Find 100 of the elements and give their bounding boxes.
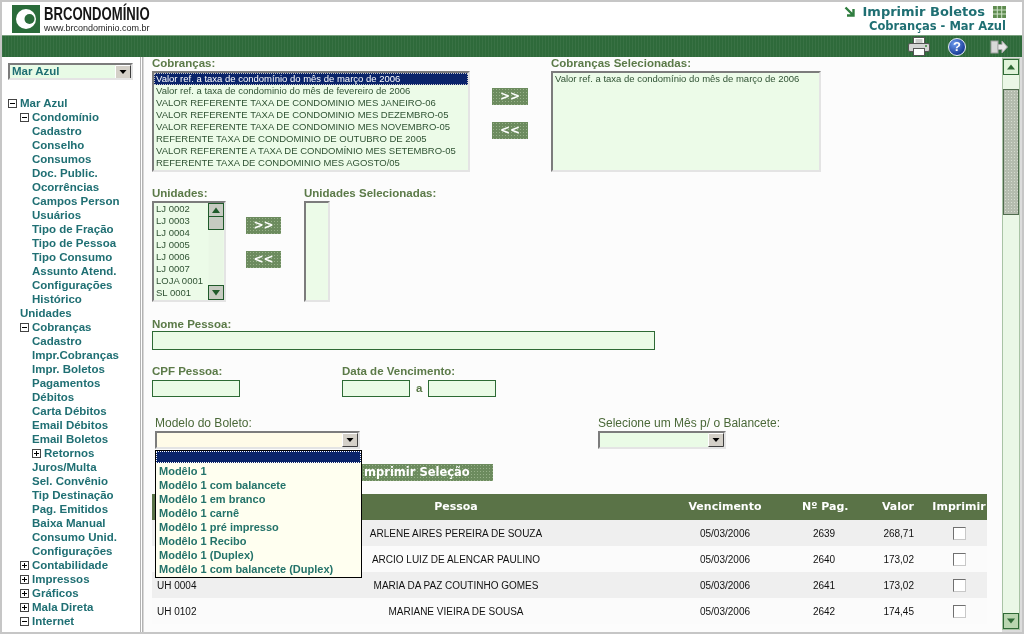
exit-icon[interactable]	[990, 38, 1008, 55]
list-option[interactable]: VALOR REFERENTE TAXA DE CONDOMINIO MES NOVEMBRO-05	[154, 121, 468, 133]
remove-button[interactable]: <<	[492, 122, 528, 139]
tree-item[interactable]: Internet	[32, 614, 75, 628]
dropdown-option[interactable]: Modêlo 1 (Duplex)	[156, 548, 361, 562]
print-selection-button[interactable]: mprimir Seleção	[362, 464, 493, 481]
tree-item[interactable]: Assunto Atend.	[32, 264, 117, 278]
list-option[interactable]: REFERENTE TAXA DE CONDOMINIO DE OUTUBRO DE 2005	[154, 133, 468, 145]
tree-item[interactable]: Pagamentos	[32, 376, 101, 390]
tree-item[interactable]: Sel. Convênio	[32, 474, 109, 488]
dropdown-option[interactable]: Modêlo 1 com balancete (Duplex)	[156, 562, 361, 576]
dropdown-arrow-icon[interactable]	[115, 65, 131, 78]
tree-item[interactable]: Baixa Manual	[32, 516, 106, 530]
tree-item[interactable]: Consumos	[32, 152, 92, 166]
name-input[interactable]	[152, 331, 655, 350]
minus-box-icon[interactable]	[20, 322, 29, 332]
list-option[interactable]: SL 0001	[154, 287, 208, 299]
cpf-input[interactable]	[152, 380, 240, 397]
print-checkbox[interactable]	[952, 579, 966, 593]
condo-select[interactable]: Mar Azul	[8, 63, 133, 80]
charges-listbox[interactable]	[152, 71, 470, 172]
remove-button[interactable]: <<	[246, 251, 281, 268]
tree-item[interactable]: Contabilidade	[32, 558, 109, 572]
list-option[interactable]: LJ 0007	[154, 263, 208, 275]
date-from-input[interactable]	[342, 380, 410, 397]
add-button[interactable]: >>	[246, 217, 281, 234]
tree-item[interactable]: Email Débitos	[32, 418, 109, 432]
plus-box-icon[interactable]	[20, 560, 29, 570]
add-button[interactable]: >>	[492, 88, 528, 105]
help-button[interactable]: ?	[948, 37, 966, 56]
list-option[interactable]: LJ 0005	[154, 239, 208, 251]
tree-item[interactable]: Gráficos	[32, 586, 79, 600]
minus-box-icon[interactable]	[20, 616, 29, 626]
selected-charges-listbox[interactable]: Valor ref. a taxa de condomínio do mês de março de 2006	[551, 71, 821, 172]
scrollbar-track[interactable]	[1002, 58, 1020, 630]
tree-item[interactable]: Email Boletos	[32, 432, 109, 446]
list-option[interactable]: LJ 0004	[154, 227, 208, 239]
tree-item[interactable]: Carta Débitos	[32, 404, 107, 418]
list-option[interactable]: LJ 0006	[154, 251, 208, 263]
dropdown-option[interactable]: Modêlo 1	[156, 464, 361, 478]
list-option[interactable]: Valor ref. a taxa de condomínio do mês de março de 2006	[553, 73, 819, 85]
list-option[interactable]: REFERENTE TAXA DE CONDOMINIO MES AGOSTO/05	[154, 157, 468, 169]
scroll-thumb[interactable]	[1003, 89, 1019, 215]
list-option[interactable]: Valor ref. a taxa de condomínio do mês de março de 2006	[154, 73, 468, 85]
list-option[interactable]: VALOR REFERENTE TAXA DE CONDOMINIO MES JANEIRO-06	[154, 97, 468, 109]
tree-item[interactable]: Juros/Multa	[32, 460, 97, 474]
dropdown-option[interactable]: Modêlo 1 com balancete	[156, 478, 361, 492]
tree-item[interactable]: Configurações	[32, 544, 113, 558]
dropdown-arrow-icon[interactable]	[708, 433, 724, 447]
dropdown-arrow-icon[interactable]	[342, 433, 358, 447]
printer-icon[interactable]	[908, 37, 930, 56]
minus-box-icon[interactable]	[20, 112, 29, 122]
list-option[interactable]: LJ 0003	[154, 215, 208, 227]
dropdown-option[interactable]: Modêlo 1 pré impresso	[156, 520, 361, 534]
dropdown-option[interactable]	[156, 451, 361, 463]
tree-item[interactable]: Tipo de Fração	[32, 222, 114, 236]
list-option[interactable]: Valor ref. a taxa de condominio do mês de fevereiro de 2006	[154, 85, 468, 97]
boleto-model-select[interactable]	[155, 431, 360, 449]
tree-item[interactable]: Unidades	[20, 306, 72, 320]
tree-item[interactable]: Impressos	[32, 572, 90, 586]
tree-item[interactable]: Usuários	[32, 208, 82, 222]
tree-item[interactable]: Impr. Boletos	[32, 362, 105, 376]
date-to-input[interactable]	[428, 380, 497, 397]
month-select[interactable]	[598, 431, 726, 449]
print-checkbox[interactable]	[952, 605, 966, 619]
tree-item[interactable]: Tip Destinação	[32, 488, 114, 502]
tree-item[interactable]: Tipo de Pessoa	[32, 236, 117, 250]
minus-box-icon[interactable]	[8, 98, 17, 108]
tree-item[interactable]: Ocorrências	[32, 180, 100, 194]
tree-item[interactable]: Débitos	[32, 390, 75, 404]
plus-box-icon[interactable]	[20, 574, 29, 584]
list-scrollbar[interactable]	[208, 203, 224, 300]
plus-box-icon[interactable]	[20, 602, 29, 612]
tree-item[interactable]: Retornos	[44, 446, 95, 460]
tree-item[interactable]: Doc. Public.	[32, 166, 98, 180]
list-option[interactable]: VALOR REFERENTE TAXA DE CONDOMINIO MES DEZEMBRO-05	[154, 109, 468, 121]
tree-item[interactable]: Cadastro	[32, 334, 82, 348]
plus-box-icon[interactable]	[32, 448, 41, 458]
tree-item[interactable]: Configurações	[32, 278, 113, 292]
tree-item[interactable]: Cadastro	[32, 124, 82, 138]
print-checkbox[interactable]	[952, 527, 966, 541]
list-option[interactable]: LJ 0002	[154, 203, 208, 215]
tree-item[interactable]: Histórico	[32, 292, 82, 306]
tree-item[interactable]: Pag. Emitidos	[32, 502, 109, 516]
units-listbox[interactable]: LJ 0002 LJ 0003 LJ 0004 LJ 0005 LJ 0006 LJ 0007 LOJA 0001 SL 0001	[152, 201, 226, 302]
tree-item[interactable]: Conselho	[32, 138, 85, 152]
tree-item[interactable]: Campos Person	[32, 194, 120, 208]
tree-item[interactable]: Condomínio	[32, 110, 100, 124]
tree-item[interactable]: Tipo Consumo	[32, 250, 113, 264]
tree-item[interactable]: Mala Direta	[32, 600, 94, 614]
tree-item[interactable]: Cobranças	[32, 320, 92, 334]
print-checkbox[interactable]	[952, 553, 966, 567]
dropdown-option[interactable]: Modêlo 1 Recibo	[156, 534, 361, 548]
list-option[interactable]: LOJA 0001	[154, 275, 208, 287]
plus-box-icon[interactable]	[20, 588, 29, 598]
list-option[interactable]: VALOR REFERENTE A TAXA DE CONDOMÍNIO MES SETEMBRO-05	[154, 145, 468, 157]
tree-item[interactable]: Mar Azul	[20, 96, 68, 110]
selected-units-listbox[interactable]	[304, 201, 330, 302]
tree-item[interactable]: Impr.Cobranças	[32, 348, 119, 362]
tree-item[interactable]: Consumo Unid.	[32, 530, 117, 544]
